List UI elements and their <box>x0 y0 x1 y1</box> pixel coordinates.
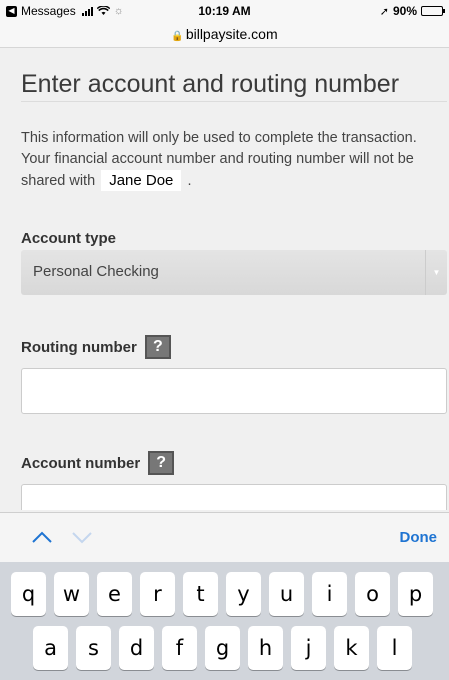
key-p[interactable]: p <box>398 572 433 616</box>
account-help-icon[interactable]: ? <box>148 451 175 475</box>
dropdown-arrow-icon: ▼ <box>425 250 447 295</box>
payee-name: Jane Doe <box>101 170 182 191</box>
key-r[interactable]: r <box>140 572 175 616</box>
previous-field-icon[interactable] <box>30 527 54 547</box>
battery-percent: 90% <box>392 4 417 18</box>
info-text-body: This information will only be used to co… <box>21 130 417 189</box>
url-text: billpaysite.com <box>185 26 278 42</box>
location-icon: ➚ <box>379 5 389 18</box>
key-w[interactable]: w <box>54 572 89 616</box>
key-l[interactable]: l <box>377 626 412 670</box>
page-title: Enter account and routing number <box>21 70 400 98</box>
routing-help-icon[interactable]: ? <box>144 335 171 359</box>
account-number-label: Account number ? <box>21 451 175 475</box>
account-type-label-text: Account type <box>21 230 117 247</box>
key-e[interactable]: e <box>97 572 132 616</box>
key-g[interactable]: g <box>205 626 240 670</box>
key-f[interactable]: f <box>162 626 197 670</box>
keyboard: q w e r t y u i o p a s d f g h j k l <box>0 562 449 680</box>
key-u[interactable]: u <box>269 572 304 616</box>
routing-number-label: Routing number ? <box>21 335 171 359</box>
keyboard-accessory-bar: Done <box>0 512 449 562</box>
account-number-label-text: Account number <box>21 454 141 472</box>
key-j[interactable]: j <box>291 626 326 670</box>
key-q[interactable]: q <box>11 572 46 616</box>
address-bar[interactable]: 🔒 billpaysite.com <box>0 22 449 48</box>
key-d[interactable]: d <box>119 626 154 670</box>
key-y[interactable]: y <box>226 572 261 616</box>
routing-number-label-text: Routing number <box>21 338 137 356</box>
account-type-select[interactable]: Personal Checking ▼ <box>21 250 447 295</box>
title-divider <box>21 101 447 102</box>
account-number-input[interactable] <box>21 484 447 510</box>
account-type-value: Personal Checking <box>33 263 159 280</box>
lock-icon: 🔒 <box>171 31 184 42</box>
account-type-label: Account type <box>21 230 116 247</box>
routing-number-input[interactable] <box>21 368 447 414</box>
status-bar: ◀ Messages ☼ 10:19 AM ➚ 90% <box>0 0 449 22</box>
key-o[interactable]: o <box>355 572 390 616</box>
key-i[interactable]: i <box>312 572 347 616</box>
key-k[interactable]: k <box>334 626 369 670</box>
status-right: ➚ 90% <box>379 4 445 18</box>
key-t[interactable]: t <box>183 572 218 616</box>
info-text: This information will only be used to co… <box>21 128 446 192</box>
key-h[interactable]: h <box>248 626 283 670</box>
key-s[interactable]: s <box>76 626 111 670</box>
next-field-icon[interactable] <box>70 527 94 547</box>
info-text-end: . <box>187 173 192 189</box>
done-button[interactable]: Done <box>400 529 438 546</box>
battery-icon <box>421 6 445 16</box>
page-content: Enter account and routing number This in… <box>0 48 449 510</box>
key-a[interactable]: a <box>33 626 68 670</box>
